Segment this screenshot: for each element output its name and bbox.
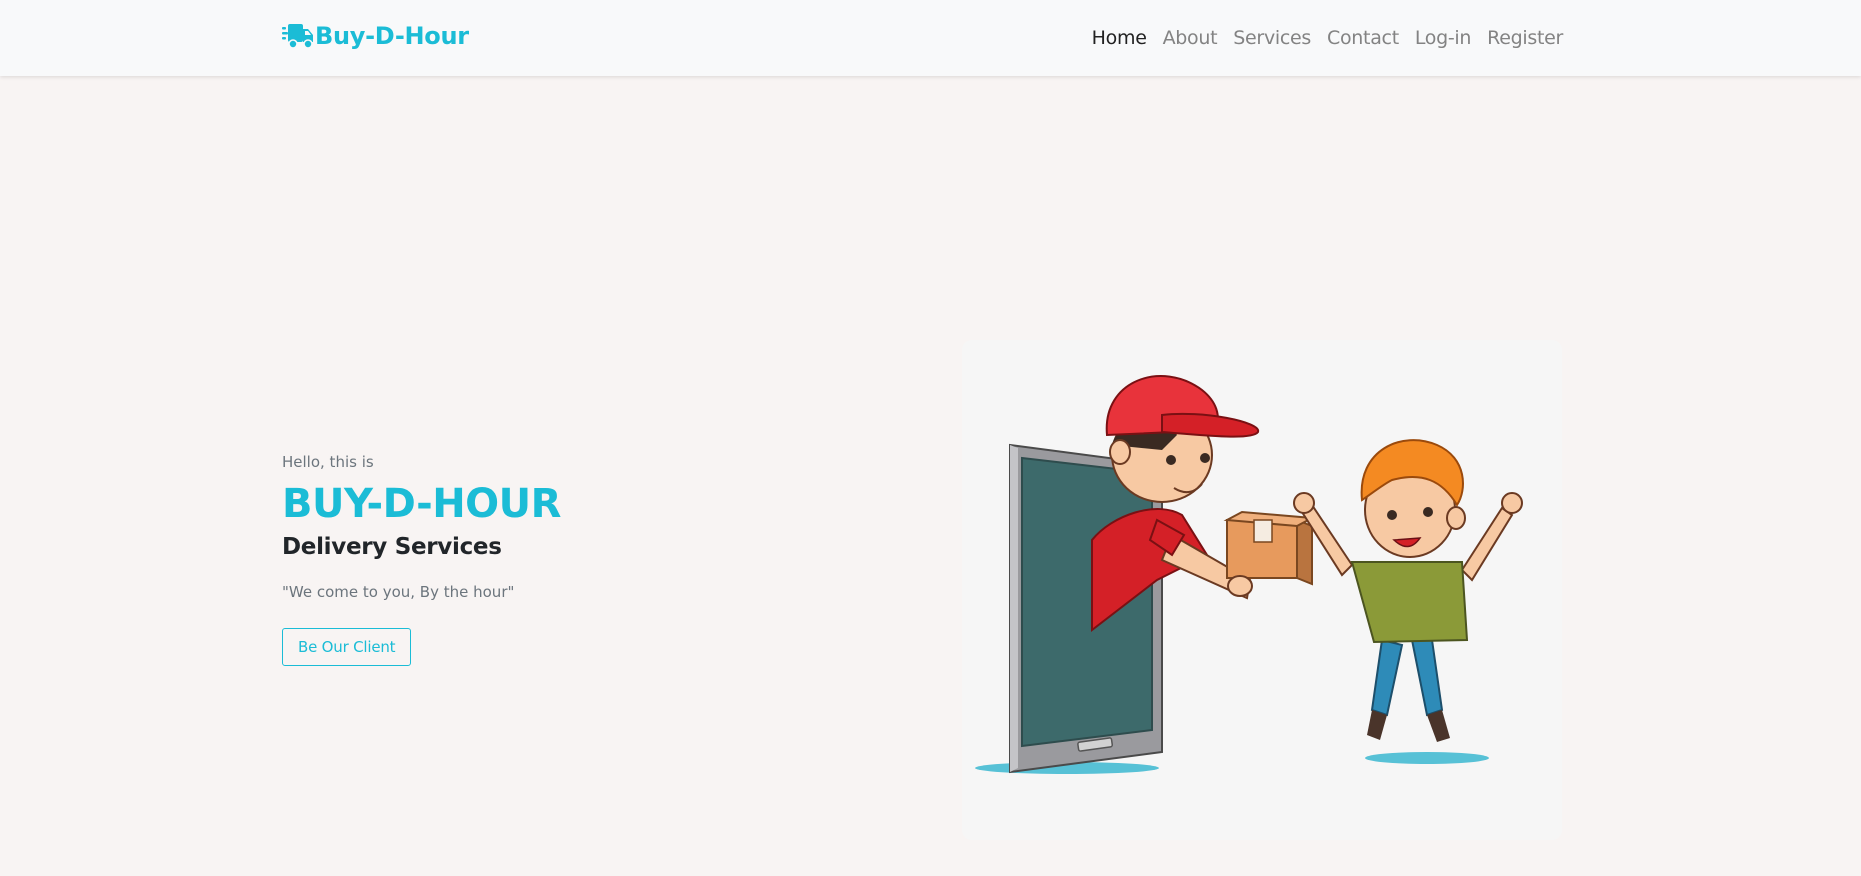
truck-fast-icon	[282, 23, 315, 49]
hero-greeting: Hello, this is	[282, 453, 374, 471]
hero-section: Hello, this is BUY-D-HOUR Delivery Servi…	[282, 452, 782, 666]
brand-link[interactable]: Buy-D-Hour	[282, 22, 469, 50]
top-navbar: Buy-D-Hour Home About Services Contact L…	[0, 0, 1861, 76]
hero-subtitle: Delivery Services	[282, 534, 502, 560]
happy-kid-icon	[1293, 439, 1523, 742]
delivery-illustration	[962, 340, 1562, 840]
nav-contact[interactable]: Contact	[1319, 25, 1407, 51]
nav-home[interactable]: Home	[1084, 25, 1155, 51]
nav-links: Home About Services Contact Log-in Regis…	[1084, 25, 1571, 51]
be-our-client-button[interactable]: Be Our Client	[282, 628, 412, 666]
nav-services[interactable]: Services	[1225, 25, 1319, 51]
nav-about[interactable]: About	[1155, 25, 1226, 51]
hero-tagline: "We come to you, By the hour"	[282, 583, 515, 601]
brand-name: Buy-D-Hour	[315, 22, 469, 50]
hero-title: BUY-D-HOUR	[282, 481, 561, 527]
nav-register[interactable]: Register	[1479, 25, 1571, 51]
nav-login[interactable]: Log-in	[1407, 25, 1479, 51]
